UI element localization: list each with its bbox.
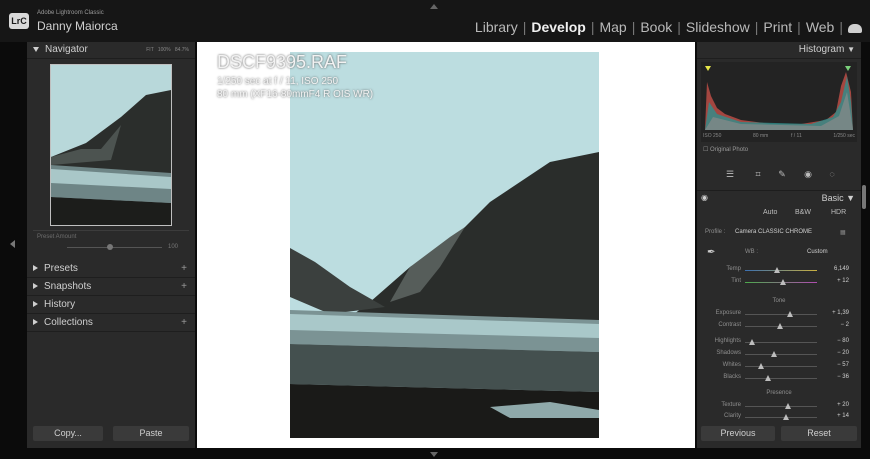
expand-triangle-icon bbox=[33, 46, 39, 52]
histogram-title: Histogram bbox=[798, 44, 845, 55]
module-print[interactable]: Print bbox=[763, 19, 792, 35]
profile-select[interactable]: Camera CLASSIC CHROME bbox=[735, 229, 812, 235]
collapse-triangle-icon bbox=[33, 319, 38, 326]
exposure-info: 1/250 sec at f / 11, ISO 250 bbox=[217, 76, 339, 87]
redeye-icon[interactable]: ◉ bbox=[803, 169, 813, 179]
heal-icon[interactable]: ✎ bbox=[777, 169, 787, 179]
main-photo bbox=[290, 52, 599, 438]
cloud-icon[interactable] bbox=[848, 23, 862, 33]
glacier-photo bbox=[290, 52, 599, 438]
presence-group-label: Presence bbox=[766, 390, 792, 396]
snapshots-label: Snapshots bbox=[44, 281, 92, 292]
clarity-slider[interactable]: Clarity + 14 bbox=[697, 413, 861, 423]
shadows-slider[interactable]: Shadows − 20 bbox=[697, 350, 861, 360]
add-snapshot-button[interactable]: + bbox=[181, 279, 187, 295]
top-bar: LrC Adobe Lightroom Classic Danny Maiorc… bbox=[0, 0, 870, 42]
wb-select[interactable]: Custom bbox=[807, 249, 828, 255]
tool-strip: ☰ ⌗ ✎ ◉ ◌ bbox=[697, 165, 861, 185]
module-map[interactable]: Map bbox=[599, 19, 626, 35]
module-slideshow[interactable]: Slideshow bbox=[686, 19, 750, 35]
presets-label: Presets bbox=[44, 263, 78, 274]
histogram-header[interactable]: Histogram ▼ bbox=[697, 42, 861, 59]
preset-amount-max: 100 bbox=[168, 244, 179, 250]
app-name: Adobe Lightroom Classic bbox=[37, 10, 104, 16]
exif-overlay: 1/250 sec at f / 11, ISO 250 80 mm (XF16… bbox=[217, 75, 373, 101]
image-canvas[interactable]: DSCF9395.RAF 1/250 sec at f / 11, ISO 25… bbox=[197, 42, 695, 448]
navigator-zoom-options[interactable]: FIT 100% 84.7% bbox=[146, 42, 189, 58]
preset-amount-slider[interactable] bbox=[107, 244, 113, 250]
collapse-bottom-arrow-icon[interactable] bbox=[430, 452, 438, 457]
module-develop[interactable]: Develop bbox=[531, 19, 585, 35]
focal-value: 80 mm bbox=[753, 133, 769, 139]
collapse-triangle-icon bbox=[33, 301, 38, 308]
histogram-graph bbox=[705, 66, 853, 130]
profile-row: Profile : Camera CLASSIC CHROME ▦ bbox=[697, 229, 861, 241]
presets-section[interactable]: Presets + bbox=[27, 261, 195, 278]
wb-row: ✒ WB : Custom bbox=[697, 247, 861, 261]
edit-sliders-icon[interactable]: ☰ bbox=[725, 169, 735, 179]
module-book[interactable]: Book bbox=[640, 19, 672, 35]
reset-button[interactable]: Reset bbox=[781, 426, 857, 441]
treatment-row: Auto B&W HDR bbox=[697, 207, 861, 219]
bw-button[interactable]: B&W bbox=[795, 209, 811, 216]
navigator-title: Navigator bbox=[45, 44, 88, 55]
left-panel: Navigator FIT 100% 84.7% Preset Amount 1… bbox=[27, 42, 195, 448]
blacks-slider[interactable]: Blacks − 36 bbox=[697, 374, 861, 384]
user-name[interactable]: Danny Maiorca bbox=[37, 19, 118, 33]
right-buttons: Previous Reset bbox=[697, 426, 861, 446]
whites-slider[interactable]: Whites − 57 bbox=[697, 362, 861, 372]
snapshots-section[interactable]: Snapshots + bbox=[27, 279, 195, 296]
lens-info: 80 mm (XF16-80mmF4 R OIS WR) bbox=[217, 89, 374, 100]
basic-title: Basic bbox=[821, 193, 844, 203]
navigator-thumbnail[interactable] bbox=[50, 64, 172, 226]
copy-button[interactable]: Copy... bbox=[33, 426, 103, 441]
previous-button[interactable]: Previous bbox=[701, 426, 775, 441]
paste-button[interactable]: Paste bbox=[113, 426, 189, 441]
left-buttons: Copy... Paste bbox=[27, 426, 195, 446]
preset-amount: Preset Amount 100 bbox=[27, 234, 195, 256]
right-panel: Histogram ▼ ISO 250 80 mm f / 11 1/250 s… bbox=[697, 42, 861, 448]
history-section[interactable]: History bbox=[27, 297, 195, 314]
masking-icon[interactable]: ◌ bbox=[827, 169, 837, 179]
collapse-triangle-icon bbox=[33, 283, 38, 290]
hdr-button[interactable]: HDR bbox=[831, 209, 846, 216]
wb-label: WB : bbox=[745, 249, 758, 255]
module-web[interactable]: Web bbox=[806, 19, 835, 35]
collapse-top-arrow-icon[interactable] bbox=[430, 4, 438, 9]
shutter-value: 1/250 sec bbox=[833, 133, 855, 139]
module-picker: Library | Develop | Map | Book | Slideshow | Print… bbox=[475, 19, 862, 35]
module-library[interactable]: Library bbox=[475, 19, 518, 35]
histogram[interactable] bbox=[701, 62, 857, 142]
preset-amount-label: Preset Amount bbox=[37, 234, 77, 240]
profile-label: Profile : bbox=[705, 229, 726, 235]
collapse-triangle-icon bbox=[33, 265, 38, 272]
crop-icon[interactable]: ⌗ bbox=[753, 169, 763, 179]
auto-button[interactable]: Auto bbox=[763, 209, 777, 216]
texture-slider[interactable]: Texture + 20 bbox=[697, 402, 861, 412]
navigator-header[interactable]: Navigator FIT 100% 84.7% bbox=[27, 42, 195, 59]
contrast-slider[interactable]: Contrast − 2 bbox=[697, 322, 861, 332]
tint-slider[interactable]: Tint + 12 bbox=[697, 278, 861, 288]
collections-label: Collections bbox=[44, 317, 93, 328]
wb-eyedropper-icon[interactable]: ✒ bbox=[707, 247, 715, 258]
navigator-preview-image bbox=[51, 65, 171, 225]
iso-value: ISO 250 bbox=[703, 133, 722, 139]
tone-group-label: Tone bbox=[772, 298, 786, 304]
filename-overlay: DSCF9395.RAF bbox=[217, 52, 348, 72]
right-panel-scrollbar[interactable] bbox=[862, 185, 866, 209]
profile-browser-icon[interactable]: ▦ bbox=[840, 229, 846, 236]
basic-header[interactable]: ◉ Basic ▼ bbox=[697, 190, 861, 205]
original-photo-checkbox[interactable]: ☐ Original Photo bbox=[703, 146, 748, 153]
aperture-value: f / 11 bbox=[791, 133, 802, 139]
highlights-slider[interactable]: Highlights − 80 bbox=[697, 338, 861, 348]
collections-section[interactable]: Collections + bbox=[27, 315, 195, 332]
add-collection-button[interactable]: + bbox=[181, 315, 187, 331]
visibility-eye-icon[interactable]: ◉ bbox=[701, 191, 708, 205]
temp-slider[interactable]: Temp 6,149 bbox=[697, 266, 861, 276]
lrc-logo: LrC bbox=[9, 13, 29, 29]
exposure-slider[interactable]: Exposure + 1,39 bbox=[697, 310, 861, 320]
collapse-left-arrow-icon[interactable] bbox=[10, 240, 15, 248]
add-preset-button[interactable]: + bbox=[181, 261, 187, 277]
history-label: History bbox=[44, 299, 76, 310]
